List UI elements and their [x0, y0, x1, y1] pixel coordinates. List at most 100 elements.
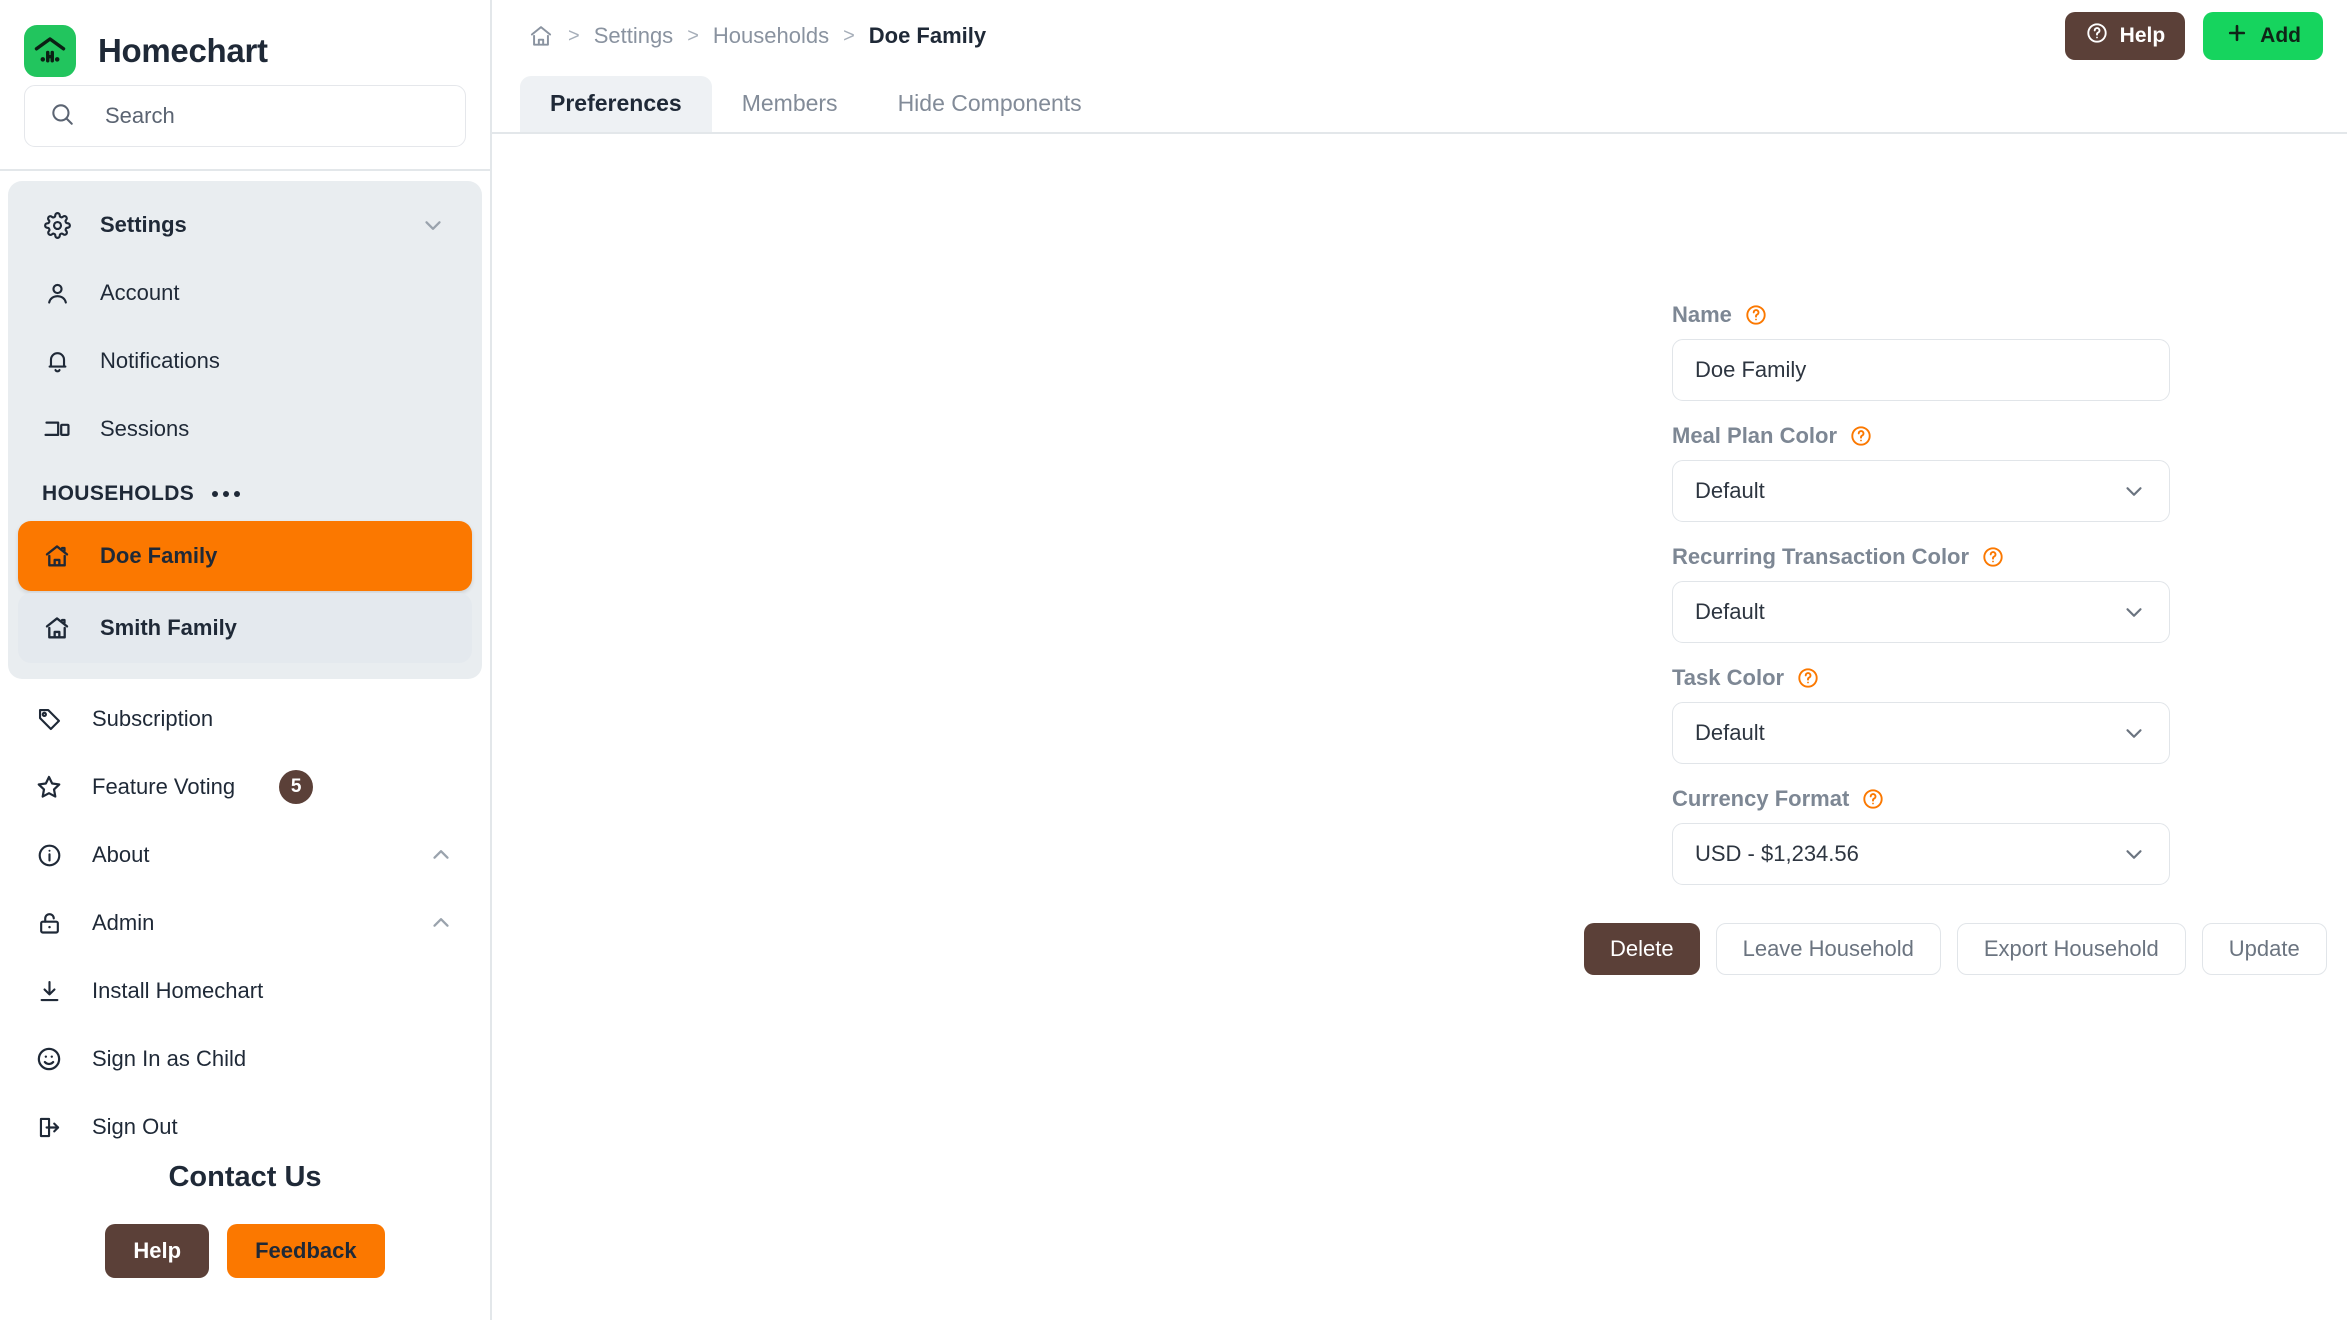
contact-buttons: Help Feedback — [0, 1224, 490, 1278]
meal-plan-color-select[interactable]: Default — [1672, 460, 2170, 522]
sidebar-item-about[interactable]: About — [10, 821, 480, 889]
tab-hide-components[interactable]: Hide Components — [868, 76, 1112, 132]
sidebar-item-install-homechart[interactable]: Install Homechart — [10, 957, 480, 1025]
search-icon — [49, 101, 75, 132]
chevron-down-icon — [2121, 720, 2147, 746]
field-label-row: Currency Format — [1672, 786, 2170, 812]
delete-button[interactable]: Delete — [1584, 923, 1700, 975]
sidebar-item-label: Settings — [100, 212, 187, 237]
question-circle-icon[interactable] — [1744, 303, 1768, 327]
sidebar-item-smith-family[interactable]: Smith Family — [18, 593, 472, 663]
question-circle-icon[interactable] — [1861, 787, 1885, 811]
field-label: Task Color — [1672, 665, 1785, 690]
house-icon — [42, 613, 72, 643]
sidebar-item-label: Sign Out — [92, 1114, 178, 1139]
sidebar-item-label: Smith Family — [100, 615, 237, 640]
home-icon[interactable] — [528, 23, 554, 49]
content-area: Name Doe Family Meal Plan Color Default … — [492, 134, 2347, 1320]
preferences-form: Name Doe Family Meal Plan Color Default … — [1584, 302, 2327, 975]
top-actions: Help Add — [2064, 12, 2323, 60]
sidebar-item-label: Subscription — [92, 706, 214, 731]
help-button-label: Help — [2119, 24, 2166, 47]
select-value: Default — [1695, 720, 1765, 745]
breadcrumb-separator: > — [843, 24, 855, 47]
breadcrumb-separator: > — [568, 24, 580, 47]
breadcrumb-item-settings[interactable]: Settings — [594, 23, 674, 49]
sidebar-item-label: About — [92, 842, 150, 867]
sidebar-item-label: Account — [100, 280, 180, 305]
field-recurring-transaction-color: Recurring Transaction Color Default — [1672, 544, 2170, 643]
breadcrumb-item-households[interactable]: Households — [713, 23, 829, 49]
households-section-header: HOUSEHOLDS — [8, 463, 482, 519]
leave-household-button[interactable]: Leave Household — [1715, 923, 1941, 975]
help-button[interactable]: Help — [105, 1224, 210, 1278]
field-task-color: Task Color Default — [1672, 665, 2170, 764]
main-area: > Settings > Households > Doe Family Hel… — [492, 0, 2347, 1320]
sidebar-item-label: Doe Family — [100, 543, 218, 568]
update-button[interactable]: Update — [2201, 923, 2327, 975]
export-household-button[interactable]: Export Household — [1956, 923, 2186, 975]
app-root: Homechart Search Settings Account Notifi… — [0, 0, 2347, 1320]
question-circle-icon[interactable] — [1981, 545, 2005, 569]
field-label: Recurring Transaction Color — [1672, 544, 1970, 569]
add-button[interactable]: Add — [2203, 12, 2323, 60]
question-circle-icon[interactable] — [1849, 424, 1873, 448]
tab-members[interactable]: Members — [712, 76, 868, 132]
download-icon — [34, 976, 64, 1006]
field-label: Currency Format — [1672, 786, 1850, 811]
sidebar: Homechart Search Settings Account Notifi… — [0, 0, 492, 1320]
chevron-up-icon[interactable] — [428, 842, 454, 868]
search-input[interactable]: Search — [24, 85, 466, 148]
question-circle-icon[interactable] — [1796, 666, 1820, 690]
sidebar-item-label: Notifications — [100, 348, 220, 373]
sidebar-item-label: Install Homechart — [92, 978, 264, 1003]
chevron-down-icon — [2121, 841, 2147, 867]
name-input[interactable]: Doe Family — [1672, 339, 2170, 401]
tab-preferences[interactable]: Preferences — [520, 76, 712, 132]
help-button[interactable]: Help — [2064, 12, 2186, 60]
tab-bar: Preferences Members Hide Components — [492, 72, 2347, 134]
search-wrap: Search — [0, 79, 490, 169]
field-label-row: Name — [1672, 302, 2170, 328]
contact-us-title: Contact Us — [168, 1161, 322, 1193]
sidebar-item-feature-voting[interactable]: Feature Voting 5 — [10, 753, 480, 821]
gear-icon — [42, 210, 72, 240]
bell-icon — [42, 346, 72, 376]
chevron-up-icon[interactable] — [428, 910, 454, 936]
sidebar-item-label: Sign In as Child — [92, 1046, 247, 1071]
sidebar-item-notifications[interactable]: Notifications — [18, 327, 472, 395]
chevron-down-icon[interactable] — [420, 212, 446, 238]
sidebar-item-sessions[interactable]: Sessions — [18, 395, 472, 463]
info-circle-icon — [34, 840, 64, 870]
task-color-select[interactable]: Default — [1672, 702, 2170, 764]
ellipsis-icon[interactable] — [212, 491, 241, 497]
field-label-row: Recurring Transaction Color — [1672, 544, 2170, 570]
currency-format-select[interactable]: USD - $1,234.56 — [1672, 823, 2170, 885]
homechart-logo-icon — [24, 24, 76, 77]
sidebar-divider — [0, 169, 490, 171]
sidebar-item-label: Feature Voting — [92, 774, 236, 799]
recurring-transaction-color-select[interactable]: Default — [1672, 581, 2170, 643]
sidebar-item-admin[interactable]: Admin — [10, 889, 480, 957]
sidebar-item-sign-out[interactable]: Sign Out — [10, 1093, 480, 1161]
form-actions: Delete Leave Household Export Household … — [1584, 923, 2327, 975]
top-bar: > Settings > Households > Doe Family Hel… — [492, 0, 2347, 72]
sidebar-item-settings[interactable]: Settings — [18, 191, 472, 259]
feedback-button[interactable]: Feedback — [227, 1224, 385, 1278]
sidebar-item-subscription[interactable]: Subscription — [10, 685, 480, 753]
field-label: Name — [1672, 302, 1732, 327]
breadcrumb: > Settings > Households > Doe Family — [528, 23, 2065, 49]
households-section-title: HOUSEHOLDS — [42, 482, 195, 505]
sidebar-item-account[interactable]: Account — [18, 259, 472, 327]
field-currency-format: Currency Format USD - $1,234.56 — [1672, 786, 2170, 885]
sidebar-item-label: Admin — [92, 910, 155, 935]
search-placeholder: Search — [105, 103, 175, 129]
breadcrumb-separator: > — [687, 24, 699, 47]
sidebar-item-sign-in-as-child[interactable]: Sign In as Child — [10, 1025, 480, 1093]
sign-out-icon — [34, 1112, 64, 1142]
tag-icon — [34, 704, 64, 734]
brand-name: Homechart — [98, 31, 268, 69]
sidebar-lower-nav: Subscription Feature Voting 5 About Admi… — [0, 679, 490, 1161]
brand[interactable]: Homechart — [0, 0, 490, 79]
sidebar-item-doe-family[interactable]: Doe Family — [18, 521, 472, 591]
